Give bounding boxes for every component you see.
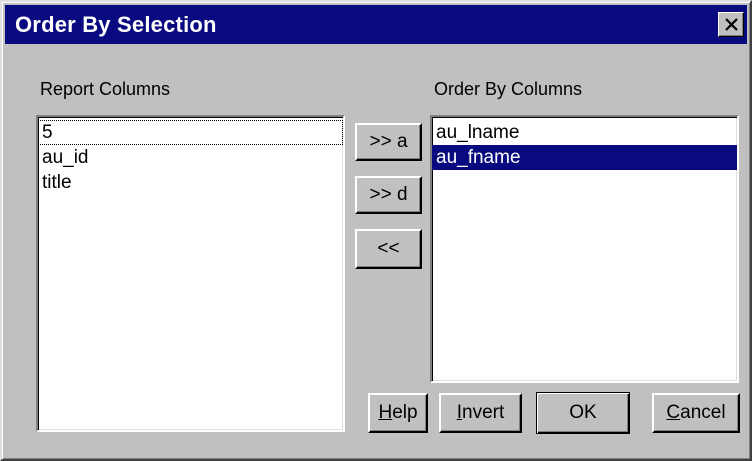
- report-columns-list[interactable]: 5 au_id title: [36, 115, 345, 432]
- list-item[interactable]: 5: [38, 120, 343, 145]
- add-descending-label: >> d: [369, 184, 408, 205]
- order-by-columns-list[interactable]: au_lname au_fname: [430, 115, 739, 383]
- list-item[interactable]: au_lname: [432, 120, 737, 145]
- ok-button[interactable]: OK: [536, 392, 630, 434]
- remove-label: <<: [377, 238, 400, 259]
- help-accel: H: [378, 402, 393, 423]
- title-bar[interactable]: Order By Selection: [5, 5, 747, 44]
- list-item[interactable]: au_id: [38, 145, 343, 170]
- close-button[interactable]: [718, 12, 744, 37]
- close-icon: [725, 18, 738, 31]
- remove-button[interactable]: <<: [355, 229, 422, 269]
- cancel-button[interactable]: Cancel: [652, 393, 740, 433]
- report-columns-label: Report Columns: [40, 79, 171, 99]
- invert-label: nvert: [462, 402, 505, 423]
- cancel-accel: C: [666, 402, 681, 423]
- add-descending-button[interactable]: >> d: [355, 176, 422, 214]
- list-item-selected[interactable]: au_fname: [432, 145, 737, 170]
- dialog-title: Order By Selection: [15, 12, 217, 37]
- cancel-label: ancel: [680, 402, 726, 423]
- add-ascending-label: >> a: [369, 131, 408, 152]
- order-by-columns-label: Order By Columns: [434, 79, 583, 99]
- help-label: elp: [392, 402, 418, 423]
- invert-button[interactable]: Invert: [439, 393, 522, 433]
- ok-label: OK: [569, 402, 597, 423]
- list-item[interactable]: title: [38, 170, 343, 195]
- order-by-selection-dialog: Order By Selection Report Columns Order …: [0, 0, 752, 461]
- help-button[interactable]: Help: [368, 393, 428, 433]
- add-ascending-button[interactable]: >> a: [355, 123, 422, 161]
